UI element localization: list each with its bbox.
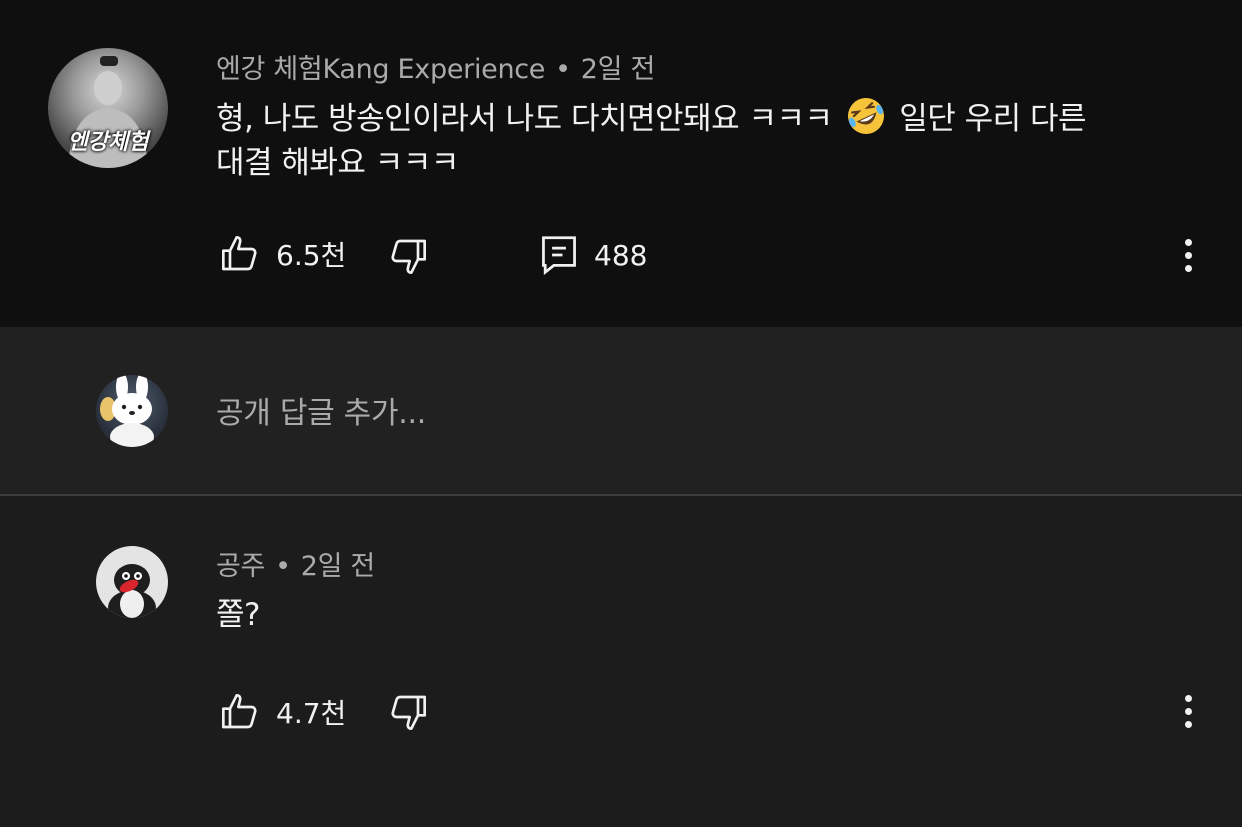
like-count: 6.5천 [276,239,347,272]
reply-like-count: 4.7천 [276,697,347,730]
reply-dislike-button[interactable] [388,692,428,732]
more-vertical-icon [1184,694,1192,702]
comment: 엔강체험 엔강 체험Kang Experience • 2일 전 형, 나도 방송인… [0,0,1242,327]
rofl-emoji-icon [847,98,884,134]
reply-author-avatar[interactable] [96,546,168,618]
more-options-button[interactable] [1173,230,1203,280]
more-vertical-icon-dot [1184,264,1192,272]
reply-meta: 공주 • 2일 전 [216,544,375,583]
reply-comment: 공주 • 2일 전 쫄? 4.7천 [0,496,1242,827]
reply-input-bar: 공개 답글 추가... [0,327,1242,495]
reply-input[interactable]: 공개 답글 추가... [216,388,426,432]
reply-count-button[interactable]: 488 [540,234,647,276]
comment-text-part1: 형, 나도 방송인이라서 나도 다치면안돼요 ㅋㅋㅋ [216,101,833,137]
reply-text: 쫄? [216,597,260,633]
reply-count: 488 [594,238,648,272]
meta-separator: • [275,551,291,582]
thumbs-down-icon [391,695,426,730]
dislike-button[interactable] [388,236,428,276]
thumbs-down-icon [391,239,426,274]
reply-more-options-button[interactable] [1173,686,1203,736]
comment-text: 형, 나도 방송인이라서 나도 다치면안돼요 ㅋㅋㅋ 일단 우리 다른 대결 해… [216,96,1196,185]
more-vertical-icon-dot [1184,707,1192,715]
thumbs-up-icon [222,694,257,729]
author-name[interactable]: 엔강 체험Kang Experience [216,54,545,85]
comment-time: 2일 전 [580,54,656,85]
user-avatar[interactable] [96,375,168,447]
comment-meta: 엔강 체험Kang Experience • 2일 전 [216,47,655,86]
thumbs-up-icon [222,236,257,271]
comment-text-line2: 대결 해봐요 ㅋㅋㅋ [216,145,459,181]
avatar-label: 엔강체험 [67,130,149,155]
more-vertical-icon [1184,238,1192,246]
avatar-image [108,564,156,618]
comment-icon [542,236,576,276]
author-avatar[interactable]: 엔강체험 [48,48,168,168]
like-button[interactable]: 6.5천 [220,234,346,274]
meta-separator: • [555,54,571,85]
more-vertical-icon-dot [1184,720,1192,728]
reply-like-button[interactable]: 4.7천 [220,692,346,732]
reply-author-name[interactable]: 공주 [216,551,265,582]
avatar-image [100,375,154,447]
reply-time: 2일 전 [300,551,376,582]
comment-text-part2: 일단 우리 다른 [899,101,1087,137]
more-vertical-icon-dot [1184,251,1192,259]
comment-text-line1: 형, 나도 방송인이라서 나도 다치면안돼요 ㅋㅋㅋ 일단 우리 다른 [216,96,1196,141]
